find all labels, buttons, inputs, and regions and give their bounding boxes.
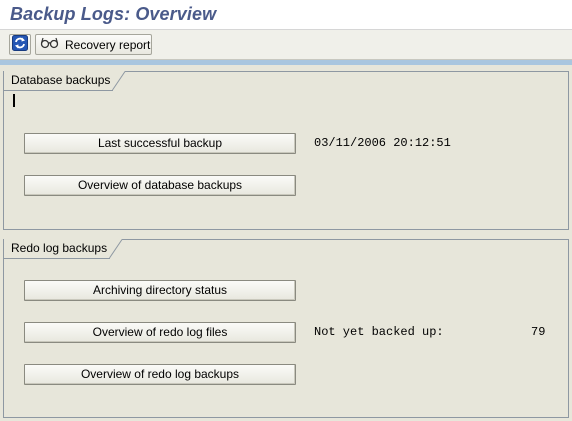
toolbar-separator <box>0 60 572 65</box>
redo-log-backups-group-header: Redo log backups <box>3 239 123 259</box>
page-title: Backup Logs: Overview <box>10 4 217 24</box>
overview-database-backups-button[interactable]: Overview of database backups <box>24 175 296 196</box>
recovery-report-label: Recovery report <box>65 37 151 52</box>
application-toolbar: Recovery report <box>0 30 572 60</box>
database-backups-group-header: Database backups <box>3 71 126 91</box>
redo-log-backups-group: Redo log backups Archiving directory sta… <box>3 239 569 418</box>
database-backups-title: Database backups <box>3 71 113 91</box>
refresh-button[interactable] <box>9 34 31 55</box>
text-cursor <box>13 94 15 107</box>
title-bar: Backup Logs: Overview <box>0 0 572 30</box>
last-successful-backup-value: 03/11/2006 20:12:51 <box>314 136 451 150</box>
database-backups-group: Database backups Last successful backup … <box>3 71 569 230</box>
overview-redo-log-backups-button[interactable]: Overview of redo log backups <box>24 364 296 385</box>
glasses-icon <box>40 36 60 53</box>
last-successful-backup-button[interactable]: Last successful backup <box>24 133 296 154</box>
not-backed-up-count: 79 <box>531 325 546 339</box>
archiving-directory-status-button[interactable]: Archiving directory status <box>24 280 296 301</box>
recovery-report-button[interactable]: Recovery report <box>35 34 152 55</box>
refresh-icon <box>12 35 28 54</box>
not-backed-up-label: Not yet backed up: <box>314 325 444 339</box>
overview-redo-log-files-button[interactable]: Overview of redo log files <box>24 322 296 343</box>
redo-log-backups-title: Redo log backups <box>3 239 110 259</box>
